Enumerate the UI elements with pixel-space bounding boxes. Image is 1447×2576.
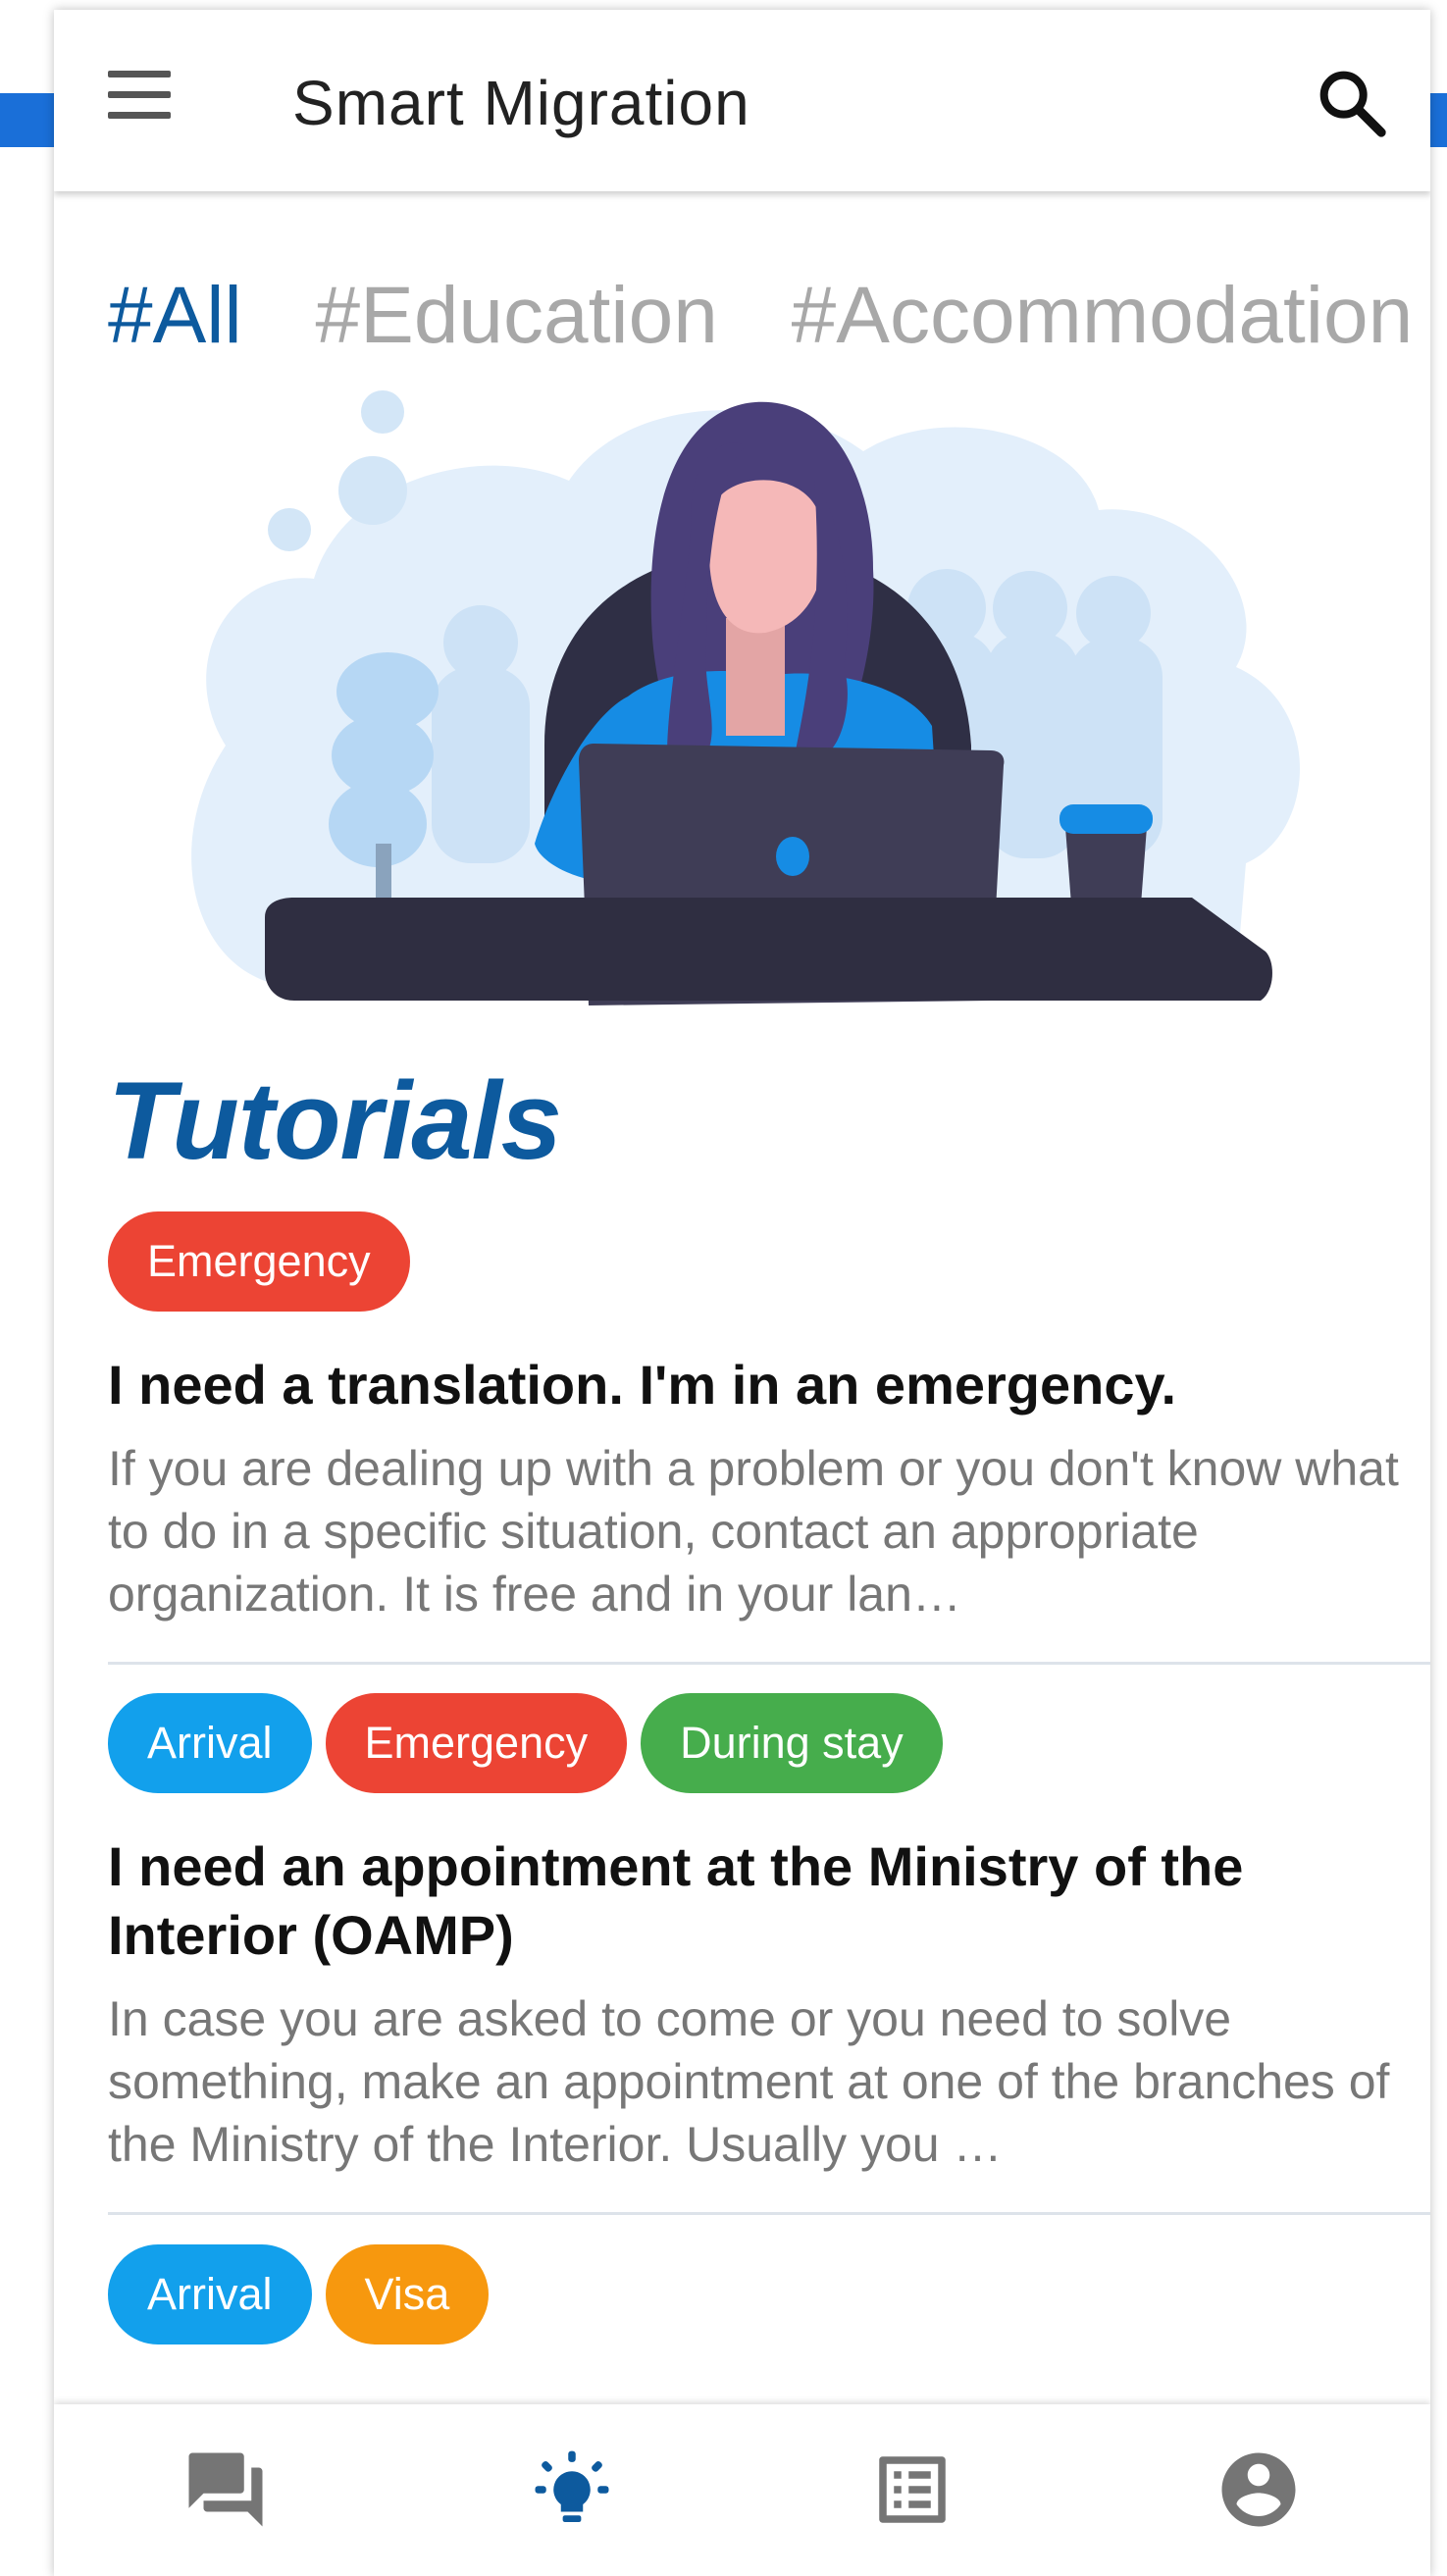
- chip-visa[interactable]: Visa: [325, 2244, 490, 2344]
- tutorial-description: If you are dealing up with a problem or …: [108, 1441, 1399, 1622]
- tutorial-card[interactable]: Arrival Emergency During stay I need an ap…: [108, 1693, 1427, 2176]
- tag-accommodation[interactable]: #Accommodation: [792, 270, 1414, 362]
- app-title: Smart Migration: [292, 68, 750, 138]
- tutorial-card[interactable]: Emergency I need a translation. I'm in a…: [108, 1211, 1427, 1625]
- list-icon[interactable]: [868, 2446, 956, 2534]
- background-stripe: [0, 93, 59, 147]
- lightbulb-icon[interactable]: [528, 2446, 616, 2534]
- tutorial-title[interactable]: I need an appointment at the Ministry of…: [108, 1832, 1364, 1970]
- tutorial-title[interactable]: I need a translation. I'm in an emergenc…: [108, 1351, 1364, 1419]
- tutorial-card[interactable]: Arrival Visa: [108, 2244, 1427, 2344]
- tag-education[interactable]: #Education: [316, 270, 718, 362]
- search-icon[interactable]: [1313, 64, 1391, 142]
- chip-emergency[interactable]: Emergency: [325, 1693, 628, 1793]
- divider: [108, 2212, 1430, 2215]
- hero-illustration: [157, 373, 1383, 1040]
- app-screen: Smart Migration #All #Education #Accommo…: [54, 10, 1430, 2576]
- tag-filter-bar: #All #Education #Accommodation: [108, 270, 1430, 362]
- chip-arrival[interactable]: Arrival: [108, 1693, 312, 1793]
- tutorial-description: In case you are asked to come or you nee…: [108, 1991, 1390, 2172]
- chip-during-stay[interactable]: During stay: [641, 1693, 943, 1793]
- section-title: Tutorials: [108, 1059, 562, 1182]
- divider: [108, 1662, 1430, 1665]
- background-stripe: [1427, 93, 1447, 147]
- chip-group: Emergency: [108, 1211, 1427, 1312]
- chip-group: Arrival Visa: [108, 2244, 1427, 2344]
- app-bar: Smart Migration: [54, 10, 1430, 191]
- chip-emergency[interactable]: Emergency: [108, 1211, 410, 1312]
- bottom-navigation: [54, 2404, 1430, 2576]
- tag-all[interactable]: #All: [108, 270, 242, 362]
- menu-icon[interactable]: [108, 71, 181, 129]
- chip-group: Arrival Emergency During stay: [108, 1693, 1427, 1793]
- chip-arrival[interactable]: Arrival: [108, 2244, 312, 2344]
- account-icon[interactable]: [1214, 2446, 1303, 2534]
- chat-icon[interactable]: [181, 2446, 270, 2534]
